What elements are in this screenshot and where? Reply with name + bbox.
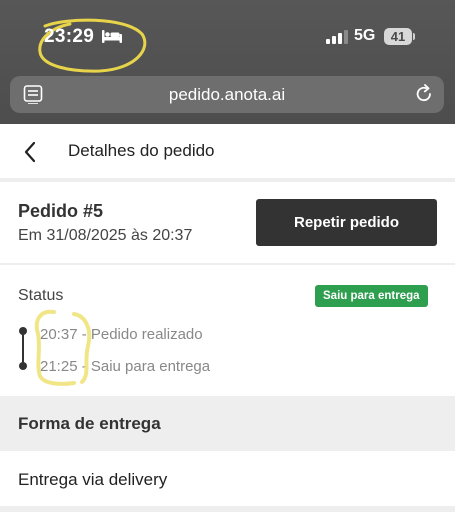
battery-indicator: 41	[384, 28, 412, 45]
divider	[0, 178, 455, 182]
address-bar[interactable]: pedido.anota.ai	[10, 76, 444, 113]
signal-icon	[326, 30, 348, 44]
status-label: Status	[18, 287, 64, 304]
network-label: 5G	[354, 27, 376, 44]
order-date: Em 31/08/2025 às 20:37	[18, 227, 193, 244]
page-header: Detalhes do pedido	[0, 124, 455, 178]
divider	[0, 506, 455, 512]
highlight-annotation	[34, 309, 92, 386]
section-title: Forma de entrega	[18, 414, 161, 433]
browser-chrome: 23:29 5G 41 pedido.anota.ai	[0, 0, 455, 124]
back-icon[interactable]	[22, 141, 38, 163]
reload-icon[interactable]	[414, 84, 434, 104]
divider	[0, 263, 455, 265]
timeline-dot	[19, 327, 27, 335]
status-badge: Saiu para entrega	[315, 285, 428, 307]
page-title: Detalhes do pedido	[68, 141, 215, 160]
repeat-order-button[interactable]: Repetir pedido	[256, 199, 437, 246]
timeline-dot	[19, 362, 27, 370]
delivery-section-header: Forma de entrega	[0, 396, 455, 451]
url-text[interactable]: pedido.anota.ai	[10, 85, 444, 105]
battery-tip	[413, 33, 415, 40]
delivery-method: Entrega via delivery	[18, 470, 168, 489]
order-title: Pedido #5	[18, 201, 104, 221]
bed-icon	[102, 30, 122, 43]
clock: 23:29	[44, 26, 95, 47]
timeline-line	[22, 330, 24, 365]
